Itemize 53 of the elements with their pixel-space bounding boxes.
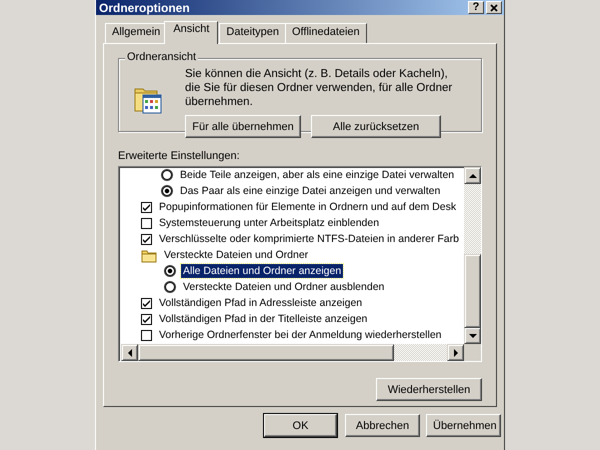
description-text: Sie können die Ansicht (z. B. Details oder Kacheln), die Sie für diesen Ordner verwenden, für alle Ordner übernehmen. [185,67,454,109]
section-label: Erweiterte Einstellungen: [118,150,241,164]
left-arrow-icon [128,348,132,356]
setting-item[interactable]: Popupinformationen für Elemente in Ordnern und auf dem Desk [157,200,458,214]
setting-item[interactable]: Vollständigen Pfad in Adressleiste anzeigen [157,296,364,310]
checkbox[interactable] [141,314,152,324]
dialog-button[interactable]: OK [264,414,337,437]
group-title: Ordneransicht [125,51,198,63]
tab[interactable]: Offlinedateien [284,23,367,43]
apply-button[interactable]: Für alle übernehmen [185,115,301,138]
setting-item[interactable]: Verschlüsselte oder komprimierte NTFS-Dateien in anderer Farb [157,232,461,246]
folder-icon [141,248,157,262]
setting-item[interactable]: Vollständigen Pfad in der Titelleiste anzeigen [157,312,370,326]
scroll-up-button[interactable] [464,167,481,184]
setting-item[interactable]: Alle Dateien und Ordner anzeigen [181,264,344,278]
checkbox[interactable] [141,234,152,244]
setting-item[interactable]: Versteckte Dateien und Ordner ausblenden [181,280,386,294]
radio-button[interactable] [161,169,173,181]
scrollbar-corner [464,344,481,361]
scroll-down-button[interactable] [464,327,481,344]
setting-item[interactable]: Systemsteuerung unter Arbeitsplatz einblenden [157,216,382,230]
down-arrow-icon [468,334,476,338]
setting-item[interactable]: Beide Teile anzeigen, aber als eine einzige Datei verwalten [178,168,456,182]
checkmark-icon [142,202,151,212]
setting-item[interactable]: Vorherige Ordnerfenster bei der Anmeldung wiederherstellen [157,328,444,342]
tab[interactable]: Dateitypen [219,23,286,43]
restore-button[interactable]: Wiederherstellen [376,378,482,401]
scroll-thumb[interactable] [138,344,394,361]
close-icon [490,4,498,12]
right-arrow-icon [454,348,458,356]
checkbox[interactable] [141,298,152,308]
help-button[interactable]: ? [468,1,484,14]
radio-button[interactable] [164,265,176,277]
up-arrow-icon [468,174,476,178]
checkmark-icon [142,234,151,244]
checkbox[interactable] [141,330,152,340]
scroll-right-button[interactable] [447,344,464,361]
scroll-thumb[interactable] [464,254,481,328]
radio-button[interactable] [164,281,176,293]
dialog-button[interactable]: Abbrechen [345,414,420,437]
checkbox[interactable] [141,218,152,228]
setting-item[interactable]: Das Paar als eine einzige Datei anzeigen und verwalten [178,184,442,198]
setting-item[interactable]: Versteckte Dateien und Ordner [162,248,310,262]
vertical-scrollbar[interactable] [464,167,481,344]
tab[interactable]: Ansicht [164,21,218,44]
close-button[interactable] [486,1,502,14]
apply-button[interactable]: Alle zurücksetzen [311,115,441,138]
horizontal-scrollbar[interactable] [121,344,481,361]
checkbox[interactable] [141,202,152,212]
dialog-button[interactable]: Übernehmen [426,414,501,437]
radio-button[interactable] [161,185,173,197]
window-title: Ordneroptionen [99,0,190,14]
scroll-left-button[interactable] [121,344,138,361]
